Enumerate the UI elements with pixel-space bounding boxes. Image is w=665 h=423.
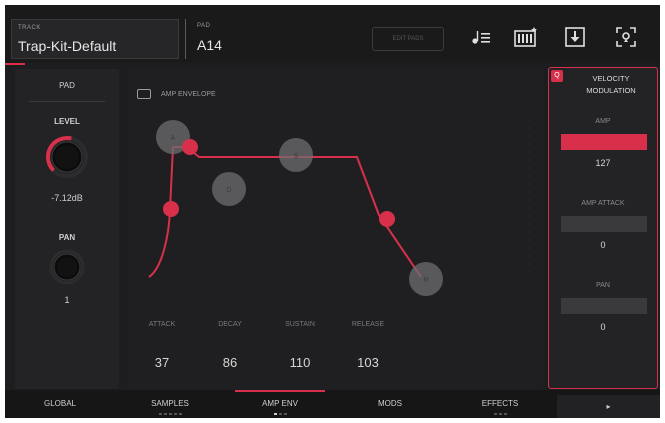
track-name: Trap-Kit-Default <box>18 38 117 54</box>
header-divider <box>185 19 186 59</box>
svg-text:S: S <box>294 153 299 160</box>
sustain-value[interactable]: 110 <box>265 355 335 370</box>
amp-mod-value: 127 <box>595 158 611 168</box>
tab-amp-env-label: AMP ENV <box>262 399 298 408</box>
pan-mod-label: PAN <box>596 282 610 289</box>
release-curve-point[interactable] <box>379 211 395 227</box>
level-value: -7.12dB <box>51 193 83 203</box>
q-link-badge: Q <box>551 70 563 82</box>
tab-samples-label: SAMPLES <box>151 399 189 408</box>
amp-envelope-editor: AMP ENVELOPE A D S R ATTACK DECAY SUSTAI… <box>127 69 543 389</box>
pan-knob[interactable] <box>49 249 85 290</box>
edit-pads-button[interactable]: EDIT PADS <box>372 27 444 51</box>
panel-divider <box>29 101 105 102</box>
peak-point[interactable] <box>182 139 198 155</box>
svg-text:D: D <box>226 187 231 194</box>
tab-page-dots <box>445 413 555 415</box>
pad-panel: PAD LEVEL -7.12dB PAN 1 <box>15 69 119 389</box>
level-knob[interactable] <box>45 135 89 184</box>
note-list-icon[interactable] <box>467 23 495 51</box>
sample-focus-icon[interactable] <box>612 23 640 51</box>
pad-panel-title: PAD <box>59 81 75 90</box>
amp-attack-mod-label: AMP ATTACK <box>581 200 625 207</box>
decay-value[interactable]: 86 <box>195 355 265 370</box>
active-tab-indicator <box>235 390 325 392</box>
attack-value[interactable]: 37 <box>127 355 197 370</box>
pad-name[interactable]: A14 <box>197 37 222 53</box>
tab-amp-env[interactable]: AMP ENV <box>225 390 335 418</box>
amp-mod-slider[interactable] <box>561 134 647 150</box>
app-screen: TRACK Trap-Kit-Default PAD A14 EDIT PADS <box>5 5 660 418</box>
tab-page-dots <box>225 413 335 415</box>
sustain-label: SUSTAIN <box>285 321 315 328</box>
pan-value: 1 <box>64 295 70 305</box>
release-label: RELEASE <box>351 321 385 328</box>
pads-grid-icon[interactable] <box>512 23 540 51</box>
pan-mod-value: 0 <box>600 322 606 332</box>
svg-text:A: A <box>171 135 176 142</box>
decay-label: DECAY <box>218 321 242 328</box>
tab-page-dots <box>115 413 225 415</box>
track-selector[interactable]: TRACK Trap-Kit-Default <box>11 19 179 59</box>
level-label: LEVEL <box>54 117 80 126</box>
envelope-graph[interactable]: A D S R <box>127 69 543 309</box>
download-icon[interactable] <box>561 23 589 51</box>
svg-text:R: R <box>423 277 428 284</box>
more-tabs-button[interactable]: ▸ <box>557 395 660 418</box>
amp-attack-mod-slider[interactable] <box>561 216 647 232</box>
title-line-2: MODULATION <box>586 86 636 95</box>
track-label: TRACK <box>18 25 41 31</box>
release-value[interactable]: 103 <box>333 355 403 370</box>
tab-effects-label: EFFECTS <box>481 399 519 408</box>
pan-mod-slider[interactable] <box>561 298 647 314</box>
amp-mod-label: AMP <box>595 118 611 125</box>
attack-curve-point[interactable] <box>163 201 179 217</box>
tab-mods-label: MODS <box>378 399 402 408</box>
header: TRACK Trap-Kit-Default PAD A14 EDIT PADS <box>5 5 660 65</box>
amp-attack-mod-value: 0 <box>600 240 606 250</box>
tab-global[interactable]: GLOBAL <box>5 390 115 418</box>
velocity-modulation-title: VELOCITY MODULATION <box>569 73 653 97</box>
pad-label: PAD <box>197 23 211 29</box>
tab-samples[interactable]: SAMPLES <box>115 390 225 418</box>
tab-mods[interactable]: MODS <box>335 390 445 418</box>
amp-mod-fill <box>561 134 647 150</box>
attack-label: ATTACK <box>148 321 176 328</box>
velocity-modulation-panel: Q VELOCITY MODULATION AMP 127 AMP ATTACK… <box>548 67 658 389</box>
tab-global-label: GLOBAL <box>43 399 76 408</box>
track-underline <box>5 63 25 65</box>
tab-effects[interactable]: EFFECTS <box>445 390 555 418</box>
pan-label: PAN <box>58 233 76 242</box>
title-line-1: VELOCITY <box>592 74 630 83</box>
